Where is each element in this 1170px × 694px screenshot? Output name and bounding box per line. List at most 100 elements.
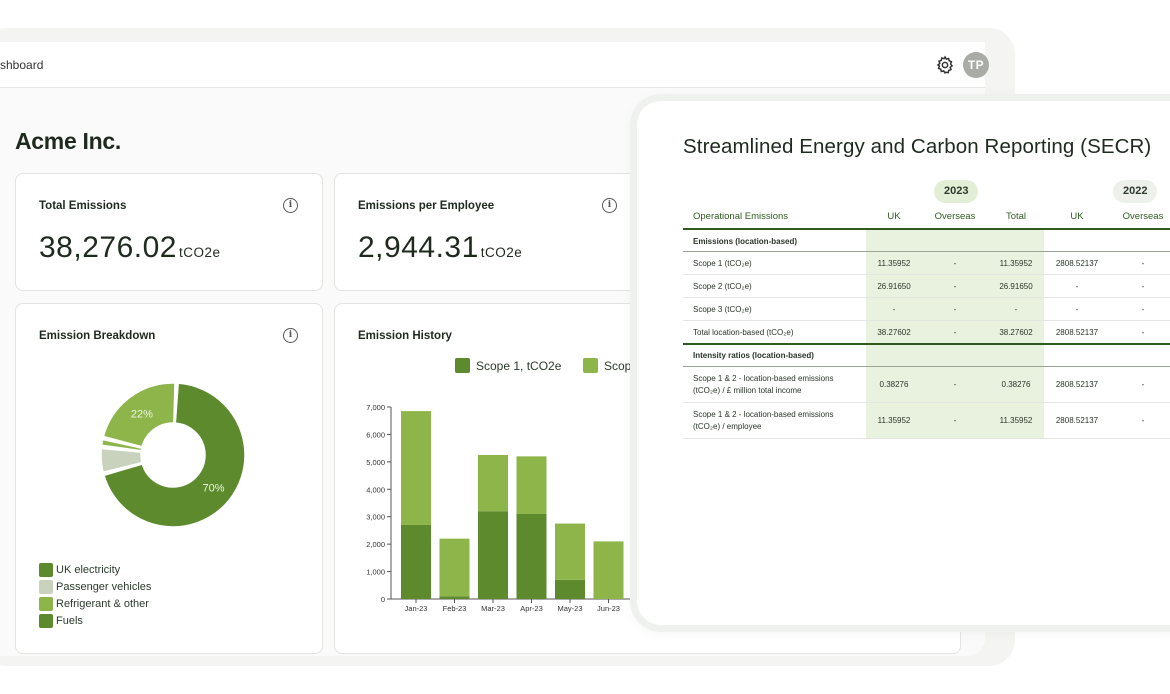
cell-overseas-prior: - xyxy=(1141,258,1145,268)
section-label: Emissions (location-based) xyxy=(693,237,798,246)
info-icon[interactable]: i xyxy=(283,328,298,343)
cell-total: 11.35952 xyxy=(999,258,1033,268)
top-bar: shboard TP xyxy=(0,42,989,88)
cell-total: 38.27602 xyxy=(999,327,1033,337)
legend-label: Scope 1, tCO2e xyxy=(476,358,562,373)
legend-item: Refrigerant & other xyxy=(39,597,149,611)
header-total: Total xyxy=(1005,211,1027,222)
bar-segment xyxy=(478,511,508,599)
emissions-per-employee-card: Emissions per Employee i 2,944.31 tCO2e xyxy=(334,173,642,291)
cell-overseas-prior: - xyxy=(1141,281,1145,291)
legend-swatch xyxy=(39,580,53,594)
row-label: Scope 2 (tCO₂e) xyxy=(693,281,752,293)
secr-title: Streamlined Energy and Carbon Reporting … xyxy=(683,135,1152,158)
legend-swatch xyxy=(39,563,53,577)
cell-overseas: - xyxy=(953,327,957,337)
year-badge-2023[interactable]: 2023 xyxy=(934,180,979,203)
card-title: Emissions per Employee xyxy=(358,200,495,212)
table-row: Scope 1 & 2 - location-based emissions (t… xyxy=(683,367,1170,403)
unit-text: tCO2e xyxy=(178,245,221,260)
cell-uk: 26.91650 xyxy=(877,281,911,291)
y-tick-label: 2,000 xyxy=(366,540,385,549)
cell-overseas-prior: - xyxy=(1141,380,1145,389)
cell-overseas: - xyxy=(953,281,957,291)
row-label-line: Scope 1 (tCO₂e) xyxy=(693,258,752,268)
cell-uk: 38.27602 xyxy=(877,327,911,337)
section-row: Emissions (location-based) xyxy=(683,231,1170,253)
header-overseas: Overseas xyxy=(934,211,976,222)
bar-segment xyxy=(401,524,431,599)
y-tick-label: 1,000 xyxy=(366,568,385,577)
row-label-line: (tCO₂e) / employee xyxy=(693,422,762,431)
row-label: Scope 1 & 2 - location-based emissions (t… xyxy=(693,409,834,433)
row-label: Scope 1 (tCO₂e) xyxy=(693,258,752,270)
legend-item: Passenger vehicles xyxy=(39,580,151,594)
cell-total: - xyxy=(1014,304,1018,314)
legend-label: UK electricity xyxy=(56,564,121,576)
cell-overseas-prior: - xyxy=(1141,416,1145,425)
cell-uk-prior: 2808.52137 xyxy=(1055,258,1099,268)
value-text: 2,944.31 xyxy=(358,231,479,264)
header-uk: UK xyxy=(887,211,901,222)
divider xyxy=(683,343,1170,345)
card-title: Total Emissions xyxy=(39,200,127,212)
legend-label: Refrigerant & other xyxy=(56,598,149,610)
cell-overseas: - xyxy=(953,380,957,389)
x-tick-label: Feb-23 xyxy=(443,604,467,613)
info-icon[interactable]: i xyxy=(602,198,617,213)
cell-uk-prior: - xyxy=(1075,304,1079,314)
breadcrumb[interactable]: shboard xyxy=(0,58,43,72)
cell-uk: 0.38276 xyxy=(879,380,909,389)
x-tick-label: Mar-23 xyxy=(481,604,505,613)
cell-overseas: - xyxy=(953,416,957,425)
cell-uk-prior: 2808.52137 xyxy=(1055,327,1099,337)
row-label-line: Scope 1 & 2 - location-based emissions xyxy=(693,374,834,383)
x-tick-label: Jun-23 xyxy=(597,604,620,613)
cell-total: 11.35952 xyxy=(999,416,1033,425)
slice-label: 22% xyxy=(131,408,153,420)
y-tick-label: 5,000 xyxy=(366,458,385,467)
user-avatar[interactable]: TP xyxy=(963,52,989,78)
slice-label: 70% xyxy=(202,483,224,495)
value-text: 38,276.02 xyxy=(39,231,177,264)
y-tick-label: 6,000 xyxy=(366,430,385,439)
gear-icon[interactable] xyxy=(935,55,955,75)
table-row: Scope 1 (tCO₂e) 11.35952 - 11.35952 2808.521… xyxy=(683,252,1170,275)
cell-total: 26.91650 xyxy=(999,281,1033,291)
table-row: Scope 3 (tCO₂e) - - - - - xyxy=(683,298,1170,321)
row-label-line: Total location-based (tCO₂e) xyxy=(693,327,794,337)
cell-overseas-prior: - xyxy=(1141,327,1145,337)
total-emissions-value: 38,276.02 tCO2e xyxy=(39,231,221,265)
table-row: Scope 1 & 2 - location-based emissions (t… xyxy=(683,403,1170,439)
legend-swatch xyxy=(583,358,598,373)
bar-segment xyxy=(516,513,547,599)
bar-segment xyxy=(555,523,585,580)
header-operational-emissions: Operational Emissions xyxy=(693,211,789,222)
year-badge-2022[interactable]: 2022 xyxy=(1113,180,1158,203)
row-label-line: (tCO₂e) / £ million total income xyxy=(693,386,802,395)
emission-history-chart: 0 1,000 2,000 3,000 4,000 5,000 6,000 7,000 Jan-… xyxy=(366,403,665,613)
emissions-per-employee-value: 2,944.31 tCO2e xyxy=(358,231,522,265)
info-icon[interactable]: i xyxy=(283,198,298,213)
x-tick-label: Apr-23 xyxy=(520,604,543,613)
bar-segment xyxy=(478,455,508,512)
legend-swatch xyxy=(39,614,53,628)
legend-item: UK electricity xyxy=(39,563,120,577)
emission-breakdown-card: Emission Breakdown i 70% 22% UK electrici… xyxy=(15,303,323,654)
header-overseas-prior: Overseas xyxy=(1122,211,1164,222)
legend-swatch xyxy=(39,597,53,611)
legend-item[interactable]: Scope 1, tCO2e xyxy=(455,358,561,373)
cell-uk-prior: 2808.52137 xyxy=(1055,416,1099,425)
cell-total: 0.38276 xyxy=(1001,380,1031,389)
bar-segment xyxy=(516,456,547,514)
row-label-line: Scope 2 (tCO₂e) xyxy=(693,281,752,291)
row-label: Scope 3 (tCO₂e) xyxy=(693,304,752,316)
legend-item: Fuels xyxy=(39,614,83,628)
card-title: Emission History xyxy=(358,330,452,342)
company-name: Acme Inc. xyxy=(15,128,121,154)
cell-overseas-prior: - xyxy=(1141,304,1145,314)
section-row: Intensity ratios (location-based) xyxy=(683,346,1170,366)
cell-uk: - xyxy=(892,304,896,314)
cell-overseas: - xyxy=(953,304,957,314)
cell-uk-prior: 2808.52137 xyxy=(1055,380,1099,389)
